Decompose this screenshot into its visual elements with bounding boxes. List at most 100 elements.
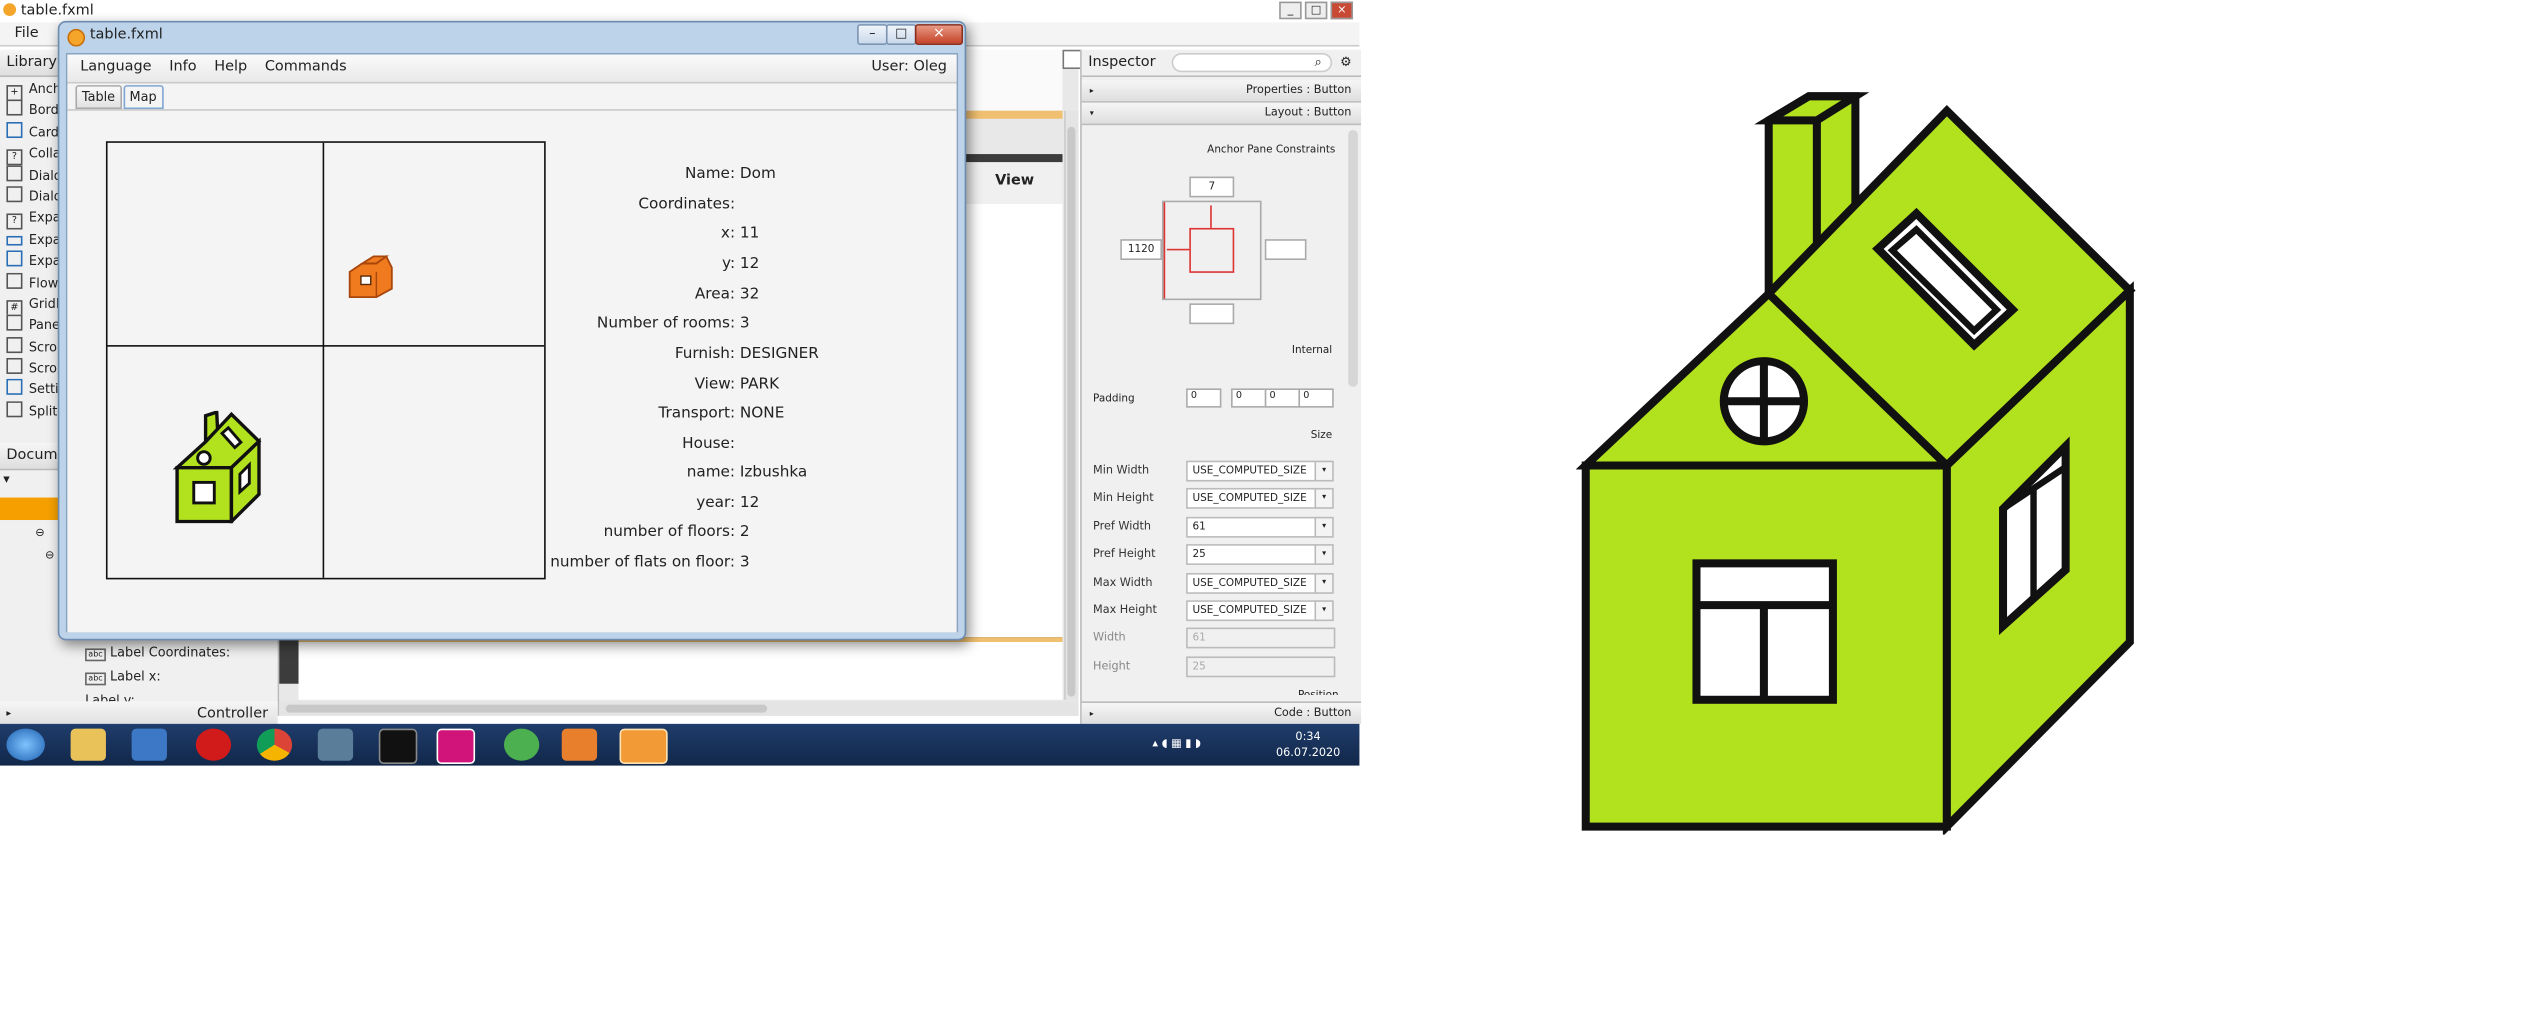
padding-top-input[interactable]: 0 bbox=[1186, 388, 1222, 408]
detail-view: View: PARK bbox=[694, 375, 780, 394]
maximize-button[interactable]: □ bbox=[1304, 1, 1328, 20]
internal-label: Internal bbox=[1291, 343, 1333, 357]
view-column-header[interactable]: View bbox=[995, 173, 1034, 189]
anchor-right-input[interactable] bbox=[1264, 239, 1307, 261]
layout-section-header[interactable]: ▾ Layout : Button bbox=[1081, 102, 1362, 126]
selected-tree-row[interactable] bbox=[0, 497, 65, 521]
height-field: 25 bbox=[1186, 656, 1336, 678]
menu-help[interactable]: Help bbox=[214, 59, 247, 75]
taskbar: ▴ ◖ ▦ ▮ ◗ 0:34 06.07.2020 bbox=[0, 723, 1360, 766]
chevron-down-icon[interactable]: ▾ bbox=[1314, 487, 1334, 509]
max-width-row: Max Width USE_COMPUTED_SIZE ▾ bbox=[1082, 571, 1352, 594]
inspector-header: Inspector ⌕ ⚙ bbox=[1081, 49, 1362, 78]
start-button[interactable] bbox=[6, 728, 45, 761]
close-button[interactable]: × bbox=[914, 24, 963, 45]
min-width-field[interactable]: USE_COMPUTED_SIZE bbox=[1186, 460, 1323, 482]
pref-height-row: Pref Height 25 ▾ bbox=[1082, 542, 1352, 565]
min-height-field[interactable]: USE_COMPUTED_SIZE bbox=[1186, 487, 1323, 509]
height-row: Height 25 bbox=[1082, 655, 1352, 678]
tab-table[interactable]: Table bbox=[75, 85, 122, 110]
padding-right-input[interactable]: 0 bbox=[1231, 388, 1267, 408]
detail-area: Area: 32 bbox=[694, 285, 760, 304]
anchor-bottom-input[interactable] bbox=[1189, 303, 1235, 325]
chevron-down-icon[interactable]: ▾ bbox=[1314, 572, 1334, 594]
inspector-title: Inspector bbox=[1088, 54, 1156, 71]
chevron-down-icon[interactable]: ▾ bbox=[1314, 544, 1334, 565]
tree-item[interactable]: abc Label Coordinates: bbox=[85, 645, 230, 662]
chevron-down-icon[interactable]: ▾ bbox=[1314, 460, 1334, 482]
media-player-icon[interactable] bbox=[131, 728, 167, 761]
properties-section-header[interactable]: ▸ Properties : Button bbox=[1081, 80, 1362, 103]
tree-expand-icon[interactable]: ⊖ bbox=[45, 549, 54, 562]
fx-client-area: Language Info Help Commands User: Oleg Tabl… bbox=[65, 52, 959, 633]
house-illustration bbox=[1576, 92, 2136, 835]
inspector-panel: Inspector ⌕ ⚙ ▸ Properties : Button ▾ Layo… bbox=[1080, 49, 1362, 724]
chevron-down-icon[interactable]: ▾ bbox=[3, 472, 9, 486]
tree-expand-icon[interactable]: ⊖ bbox=[35, 526, 44, 539]
explorer-icon[interactable] bbox=[70, 728, 106, 761]
min-width-row: Min Width USE_COMPUTED_SIZE ▾ bbox=[1082, 459, 1352, 482]
library-title: Library bbox=[6, 54, 57, 71]
pref-height-field[interactable]: 25 bbox=[1186, 544, 1323, 565]
horizontal-scrollbar[interactable] bbox=[279, 701, 1079, 716]
width-field: 61 bbox=[1186, 627, 1336, 649]
anchor-top-input[interactable]: 7 bbox=[1189, 176, 1235, 198]
size-label: Size bbox=[1310, 428, 1333, 442]
tab-bar: Table Map bbox=[75, 85, 164, 110]
max-height-field[interactable]: USE_COMPUTED_SIZE bbox=[1186, 600, 1323, 622]
detail-floors: number of floors: 2 bbox=[603, 523, 750, 541]
clock-date: 06.07.2020 bbox=[1275, 746, 1341, 760]
detail-rooms: Number of rooms: 3 bbox=[596, 314, 750, 333]
tree-item[interactable]: Label y: bbox=[85, 693, 135, 701]
table-body-lower bbox=[298, 642, 1063, 700]
fx-window: table.fxml – □ × Language Info Help Command… bbox=[57, 20, 967, 641]
detail-furnish: Furnish: DESIGNER bbox=[674, 345, 819, 363]
tray-icons[interactable]: ▴ ◖ ▦ ▮ ◗ bbox=[1152, 737, 1201, 750]
chevron-down-icon[interactable]: ▾ bbox=[1314, 600, 1334, 622]
inspector-search-input[interactable] bbox=[1171, 52, 1333, 73]
intellij-icon[interactable] bbox=[436, 728, 476, 764]
max-width-field[interactable]: USE_COMPUTED_SIZE bbox=[1186, 572, 1323, 594]
menu-commands[interactable]: Commands bbox=[265, 59, 347, 75]
minimize-button[interactable]: _ bbox=[1279, 1, 1302, 20]
tree-item[interactable]: abc Label x: bbox=[85, 669, 161, 686]
detail-transport: Transport: NONE bbox=[658, 404, 785, 423]
menu-file[interactable]: File bbox=[14, 26, 38, 42]
fx-titlebar[interactable]: table.fxml – □ × bbox=[59, 22, 964, 52]
max-height-row: Max Height USE_COMPUTED_SIZE ▾ bbox=[1082, 599, 1352, 622]
chevron-down-icon[interactable]: ▾ bbox=[1314, 516, 1334, 538]
gear-icon[interactable]: ⚙ bbox=[1340, 50, 1352, 76]
app-icon bbox=[3, 3, 17, 17]
opera-icon[interactable] bbox=[195, 728, 232, 761]
chrome-window-icon[interactable] bbox=[503, 728, 540, 761]
menu-language[interactable]: Language bbox=[80, 59, 151, 75]
minimize-button[interactable]: – bbox=[857, 24, 888, 45]
menu-info[interactable]: Info bbox=[169, 59, 196, 75]
pref-width-field[interactable]: 61 bbox=[1186, 516, 1323, 538]
fx-menubar: Language Info Help Commands User: Oleg bbox=[67, 54, 957, 84]
padding-bottom-input[interactable]: 0 bbox=[1264, 388, 1301, 408]
network-app-icon[interactable] bbox=[317, 728, 354, 761]
maximize-button[interactable]: □ bbox=[885, 24, 917, 45]
detail-flats-per-floor: number of flats on floor: 3 bbox=[550, 553, 750, 572]
fx-window-title: table.fxml bbox=[89, 27, 163, 44]
scene-builder-icon[interactable] bbox=[619, 728, 668, 764]
code-section-header[interactable]: ▸ Code : Button bbox=[1081, 701, 1362, 724]
width-row: Width 61 bbox=[1082, 626, 1352, 649]
close-button[interactable]: × bbox=[1330, 1, 1354, 20]
detail-name: Name: Dom bbox=[684, 165, 776, 183]
document-icon[interactable] bbox=[1062, 49, 1082, 70]
position-label: Position bbox=[1297, 688, 1339, 695]
inspector-scrollbar[interactable] bbox=[1348, 130, 1358, 387]
vertical-scrollbar[interactable] bbox=[1064, 110, 1079, 700]
app-icon bbox=[67, 28, 86, 47]
tab-map[interactable]: Map bbox=[123, 85, 164, 110]
padding-left-input[interactable]: 0 bbox=[1298, 388, 1334, 408]
java-app-icon[interactable] bbox=[561, 728, 598, 761]
clock[interactable]: 0:34 06.07.2020 bbox=[1276, 729, 1340, 761]
chrome-icon[interactable] bbox=[256, 728, 293, 761]
detail-y: y: 12 bbox=[722, 255, 760, 273]
anchor-left-input[interactable]: 1120 bbox=[1120, 239, 1163, 261]
terminal-icon[interactable] bbox=[378, 728, 418, 764]
detail-house-name: name: Izbushka bbox=[686, 463, 808, 482]
